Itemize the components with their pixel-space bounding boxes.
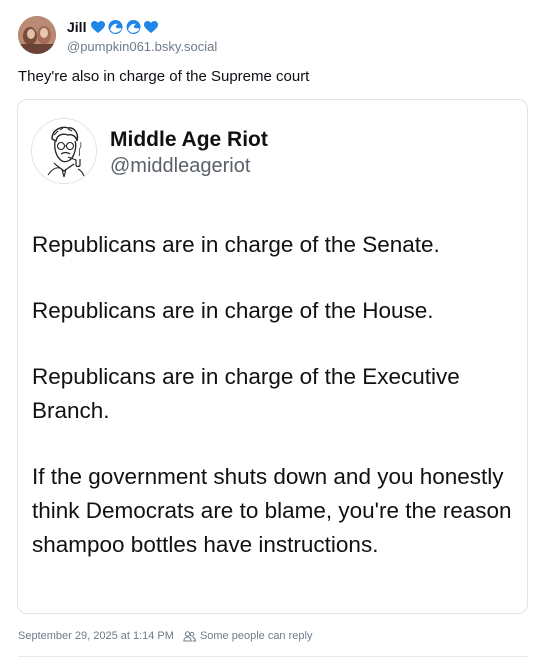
quoted-paragraph: Republicans are in charge of the House. xyxy=(32,298,434,323)
people-icon xyxy=(183,630,196,642)
quoted-body: Republicans are in charge of the Senate.… xyxy=(32,228,522,594)
post-text: They're also in charge of the Supreme co… xyxy=(18,68,310,85)
post-header: Jill @pumpkin061.bsky.social xyxy=(67,17,217,54)
handle[interactable]: @pumpkin061.bsky.social xyxy=(67,39,217,54)
wave-icon xyxy=(126,20,141,34)
name-row: Jill xyxy=(67,17,217,37)
reply-setting[interactable]: Some people can reply xyxy=(200,630,313,642)
quoted-paragraph: If the government shuts down and you hon… xyxy=(32,464,512,557)
quoted-avatar xyxy=(31,118,97,184)
quoted-paragraph: Republicans are in charge of the Senate. xyxy=(32,232,440,257)
blue-heart-icon xyxy=(144,20,159,34)
timestamp[interactable]: September 29, 2025 at 1:14 PM xyxy=(18,630,174,642)
display-name[interactable]: Jill xyxy=(67,19,86,35)
quoted-post-card[interactable]: Middle Age Riot @middleageriot Republica… xyxy=(17,99,528,614)
avatar[interactable] xyxy=(18,16,56,54)
wave-icon xyxy=(108,20,123,34)
quoted-handle: @middleageriot xyxy=(110,155,251,177)
divider xyxy=(18,656,528,657)
post: Jill @pumpkin061.bsky.social They're als… xyxy=(0,0,546,663)
quoted-display-name: Middle Age Riot xyxy=(110,128,268,151)
quoted-paragraph: Republicans are in charge of the Executi… xyxy=(32,364,460,423)
post-footer: September 29, 2025 at 1:14 PM Some peopl… xyxy=(18,630,312,642)
blue-heart-icon xyxy=(91,20,106,34)
